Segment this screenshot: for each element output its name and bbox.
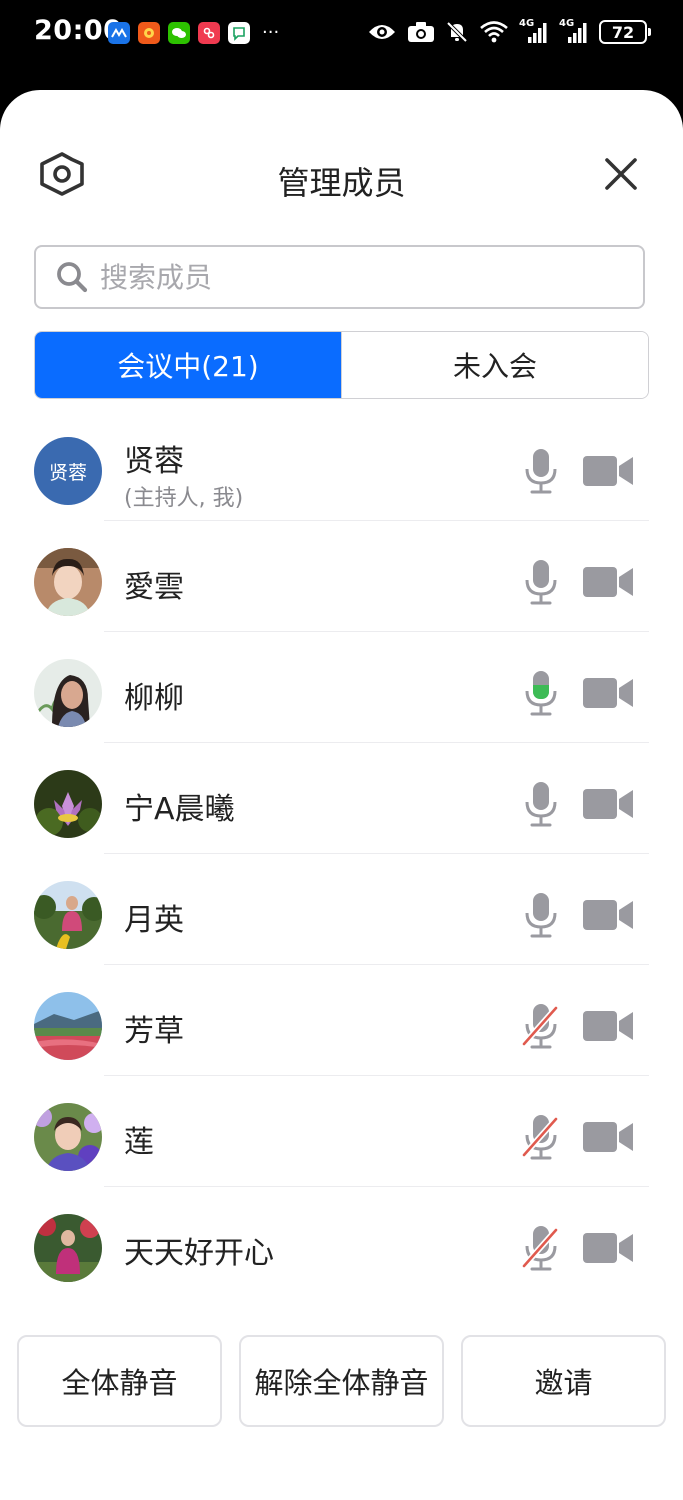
camera-off-icon[interactable] [582, 565, 634, 599]
camera-off-icon[interactable] [582, 676, 634, 710]
tab-not-joined[interactable]: 未入会 [341, 332, 648, 398]
wifi-icon [480, 21, 508, 43]
page-title: 管理成员 [277, 164, 406, 202]
unmute-all-button[interactable]: 解除全体静音 [239, 1335, 444, 1427]
avatar [34, 1214, 102, 1282]
bell-off-icon [446, 21, 468, 43]
battery-indicator: 72 [599, 20, 651, 44]
wechat-icon [168, 22, 190, 44]
member-tabs: 会议中(21) 未入会 [34, 331, 649, 399]
member-list: 贤蓉 贤蓉 (主持人, 我) 愛雲 柳柳 宁A晨曦 月英 芳草 莲 天天好开心 [0, 410, 683, 1298]
system-icons: 4G 4G 72 [367, 18, 651, 44]
avatar [34, 548, 102, 616]
notification-icons: ··· [108, 22, 279, 44]
member-name: 莲 [124, 1125, 154, 1160]
microphone-icon[interactable] [520, 891, 562, 939]
list-item[interactable]: 柳柳 [0, 632, 683, 743]
member-name: 柳柳 [124, 681, 184, 716]
list-item[interactable]: 莲 [0, 1076, 683, 1187]
microphone-muted-icon[interactable] [520, 1113, 562, 1161]
microphone-muted-icon[interactable] [520, 1002, 562, 1050]
camera-off-icon[interactable] [582, 1231, 634, 1265]
microphone-speaking-icon[interactable] [520, 669, 562, 717]
member-name: 月英 [124, 903, 184, 938]
more-notifications-icon: ··· [262, 22, 280, 43]
eye-icon [369, 25, 395, 39]
microphone-muted-icon[interactable] [520, 1224, 562, 1272]
camera-off-icon[interactable] [582, 454, 634, 488]
manage-members-sheet: 管理成员 会议中(21) 未入会 贤蓉 贤蓉 (主持人, 我) [0, 90, 683, 1500]
member-name: 天天好开心 [124, 1236, 274, 1271]
camera-status-icon [408, 22, 434, 42]
search-box[interactable] [34, 245, 645, 309]
list-item[interactable]: 贤蓉 贤蓉 (主持人, 我) [0, 410, 683, 521]
microphone-icon[interactable] [520, 780, 562, 828]
search-input[interactable] [98, 259, 602, 295]
list-item[interactable]: 愛雲 [0, 521, 683, 632]
member-name: 芳草 [124, 1014, 184, 1049]
avatar [34, 1103, 102, 1171]
app-flower-icon [138, 22, 160, 44]
camera-off-icon[interactable] [582, 787, 634, 821]
list-item[interactable]: 月英 [0, 854, 683, 965]
avatar [34, 659, 102, 727]
list-item[interactable]: 天天好开心 [0, 1187, 683, 1298]
avatar-text: 贤蓉 [48, 461, 87, 484]
signal-icon-2: 4G [559, 18, 589, 44]
member-name: 贤蓉 [124, 444, 184, 479]
microphone-icon[interactable] [520, 447, 562, 495]
camera-off-icon[interactable] [582, 898, 634, 932]
status-bar: 20:00 ··· 4G 4G 72 [0, 0, 683, 70]
camera-off-icon[interactable] [582, 1120, 634, 1154]
invite-button[interactable]: 邀请 [461, 1335, 666, 1427]
signal-icon-1: 4G [519, 18, 549, 44]
member-role: (主持人, 我) [124, 486, 244, 511]
mute-all-button[interactable]: 全体静音 [17, 1335, 222, 1427]
member-name: 愛雲 [124, 570, 184, 605]
message-icon [228, 22, 250, 44]
app-red-icon [198, 22, 220, 44]
avatar [34, 770, 102, 838]
list-item[interactable]: 芳草 [0, 965, 683, 1076]
camera-off-icon[interactable] [582, 1009, 634, 1043]
member-name: 宁A晨曦 [124, 792, 235, 827]
avatar [34, 881, 102, 949]
close-icon[interactable] [601, 154, 641, 194]
avatar [34, 992, 102, 1060]
search-icon [57, 262, 88, 293]
avatar: 贤蓉 [34, 437, 102, 505]
bottom-actions: 全体静音 解除全体静音 邀请 [17, 1335, 666, 1427]
tencent-meeting-icon [108, 22, 130, 44]
list-item[interactable]: 宁A晨曦 [0, 743, 683, 854]
tab-in-meeting[interactable]: 会议中(21) [35, 332, 341, 398]
microphone-icon[interactable] [520, 558, 562, 606]
